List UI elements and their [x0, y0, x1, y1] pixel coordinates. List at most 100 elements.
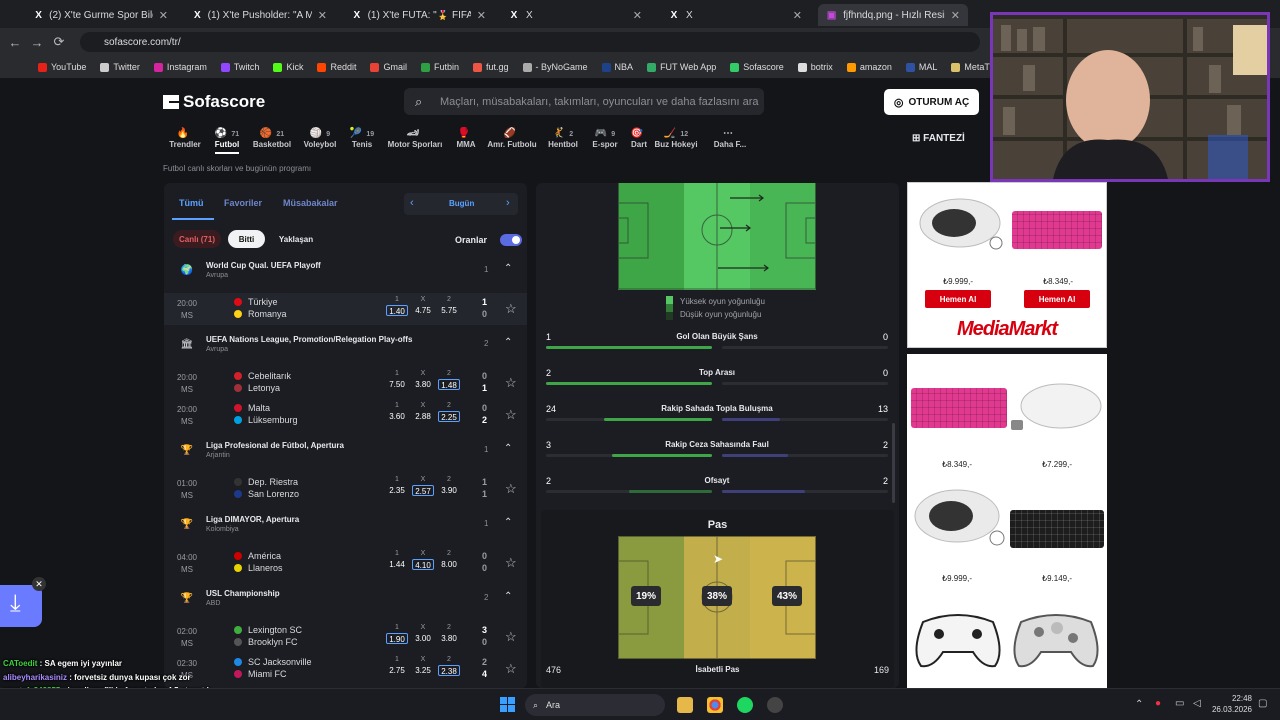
- browser-tab[interactable]: X (1) X'te Pusholder: "A Milli Takım ✕: [185, 4, 335, 26]
- search-input[interactable]: ⌕ Maçları, müsabakaları, takımları, oyun…: [404, 88, 764, 115]
- chevron-up-icon[interactable]: ⌃: [504, 443, 512, 454]
- spotify-icon[interactable]: [737, 697, 753, 713]
- favorite-star-icon[interactable]: ☆: [505, 481, 517, 497]
- chevron-up-icon[interactable]: ⌃: [504, 263, 512, 274]
- bookmark-item[interactable]: fut.gg: [473, 62, 509, 72]
- chevron-right-icon[interactable]: ›: [506, 197, 510, 209]
- league-header[interactable]: 🌍 World Cup Qual. UEFA Playoff Avrupa 1 ⌃: [164, 257, 527, 291]
- login-button[interactable]: ◎ OTURUM AÇ: [884, 89, 979, 115]
- buy-now-button[interactable]: Hemen Al: [1024, 290, 1090, 308]
- bookmark-item[interactable]: YouTube: [38, 62, 86, 72]
- mediamarkt-ad[interactable]: ₺9.999,- ₺8.349,- Hemen Al Hemen Al Medi…: [907, 182, 1107, 348]
- close-tab-icon[interactable]: ✕: [159, 9, 168, 22]
- odds-ox[interactable]: X 3.25: [412, 656, 434, 676]
- stats-scrollbar[interactable]: [892, 423, 895, 503]
- tab-favorites[interactable]: Favoriler: [224, 198, 262, 208]
- forward-icon[interactable]: →: [26, 35, 48, 50]
- odds-o1[interactable]: 1 3.60: [386, 402, 408, 422]
- odds-ox[interactable]: X 4.75: [412, 296, 434, 316]
- favorite-star-icon[interactable]: ☆: [505, 301, 517, 317]
- favorite-star-icon[interactable]: ☆: [505, 375, 517, 391]
- odds-o2[interactable]: 2 2.38: [438, 656, 460, 676]
- favorite-star-icon[interactable]: ☆: [505, 629, 517, 645]
- odds-ox[interactable]: X 3.00: [412, 624, 434, 644]
- match-row[interactable]: 20:00 MS Malta Lüksemburg 1 3.60 X 2.88 2 2.25 0 2 ☆: [164, 399, 527, 431]
- match-row[interactable]: 04:00 MS América Llaneros 1 1.44 X 4.10 2 8.00 0 0 ☆: [164, 547, 527, 579]
- sofascore-logo[interactable]: Sofascore: [163, 92, 265, 112]
- odds-ox[interactable]: X 2.57: [412, 476, 434, 496]
- file-explorer-icon[interactable]: [677, 697, 693, 713]
- bookmark-item[interactable]: FUT Web App: [647, 62, 716, 72]
- bookmark-item[interactable]: Kick: [273, 62, 303, 72]
- date-label[interactable]: Bugün: [449, 199, 474, 208]
- back-icon[interactable]: ←: [4, 35, 26, 50]
- taskbar-search[interactable]: ⌕ Ara: [525, 694, 665, 716]
- odds-o1[interactable]: 1 2.75: [386, 656, 408, 676]
- sport-tab-4[interactable]: 🎾 19 Tenis: [332, 128, 392, 149]
- browser-tab[interactable]: X X ✕: [660, 4, 810, 26]
- tab-competitions[interactable]: Müsabakalar: [283, 198, 338, 208]
- odds-o2[interactable]: 2 2.25: [438, 402, 460, 422]
- odds-o1[interactable]: 1 1.40: [386, 296, 408, 316]
- match-row[interactable]: 02:30 MS SC Jacksonville Miami FC 1 2.75 X 3.25…: [164, 653, 527, 685]
- favorite-star-icon[interactable]: ☆: [505, 407, 517, 423]
- chip-live[interactable]: Canlı (71): [173, 230, 221, 248]
- download-widget[interactable]: ⤓: [0, 585, 42, 627]
- buy-now-button[interactable]: Hemen Al: [925, 290, 991, 308]
- browser-tab[interactable]: X X ✕: [500, 4, 650, 26]
- close-tab-icon[interactable]: ✕: [318, 9, 327, 22]
- odds-ox[interactable]: X 2.88: [412, 402, 434, 422]
- chevron-up-icon[interactable]: ⌃: [504, 517, 512, 528]
- chip-upcoming[interactable]: Yaklaşan: [270, 230, 322, 248]
- microphone-icon[interactable]: ●: [1155, 698, 1161, 709]
- bookmark-item[interactable]: NBA: [601, 62, 633, 72]
- league-header[interactable]: 🏆 USL Championship ABD 2 ⌃: [164, 585, 527, 619]
- odds-o1[interactable]: 1 7.50: [386, 370, 408, 390]
- odds-ox[interactable]: X 3.80: [412, 370, 434, 390]
- match-row[interactable]: 01:00 MS Dep. Riestra San Lorenzo 1 2.35 X 2.57…: [164, 473, 527, 505]
- chrome-icon[interactable]: [707, 697, 723, 713]
- app-icon[interactable]: [767, 697, 783, 713]
- close-tab-icon[interactable]: ✕: [633, 9, 642, 22]
- odds-o2[interactable]: 2 1.48: [438, 370, 460, 390]
- chevron-up-icon[interactable]: ⌃: [504, 337, 512, 348]
- match-row[interactable]: 20:00 MS Türkiye Romanya 1 1.40 X 4.75 2 5.75 1 0 ☆: [164, 293, 527, 325]
- sport-tab-12[interactable]: ⋯ Daha F...: [700, 128, 760, 149]
- bookmark-item[interactable]: Sofascore: [730, 62, 784, 72]
- bookmark-item[interactable]: botrix: [797, 62, 833, 72]
- favorite-star-icon[interactable]: ☆: [505, 661, 517, 677]
- league-header[interactable]: 🏛 UEFA Nations League, Promotion/Relegati…: [164, 331, 527, 365]
- close-icon[interactable]: ✕: [32, 577, 46, 591]
- bookmark-item[interactable]: MAL: [905, 62, 937, 72]
- network-icon[interactable]: ▭: [1175, 698, 1184, 709]
- fantezi-link[interactable]: ⊞ FANTEZİ: [912, 133, 965, 144]
- odds-o2[interactable]: 2 3.80: [438, 624, 460, 644]
- chip-finished[interactable]: Bitti: [228, 230, 265, 248]
- odds-ox[interactable]: X 4.10: [412, 550, 434, 570]
- bookmark-item[interactable]: - ByNoGame: [522, 62, 588, 72]
- bookmark-item[interactable]: Twitter: [100, 62, 140, 72]
- browser-tab[interactable]: ▣ fjfhndq.png - Hızlı Resim ✕: [818, 4, 968, 26]
- clock[interactable]: 22:48 26.03.2026: [1210, 693, 1252, 715]
- odds-o1[interactable]: 1 1.90: [386, 624, 408, 644]
- windows-start-icon[interactable]: [500, 697, 515, 712]
- notification-icon[interactable]: ▢: [1258, 698, 1267, 709]
- reload-icon[interactable]: ⟳: [48, 34, 70, 50]
- url-field[interactable]: sofascore.com/tr/: [80, 32, 980, 52]
- volume-icon[interactable]: ◁: [1193, 698, 1201, 709]
- odds-o2[interactable]: 2 5.75: [438, 296, 460, 316]
- odds-o2[interactable]: 2 3.90: [438, 476, 460, 496]
- product-ad-grid[interactable]: ₺8.349,- ₺7.299,- ₺9.999,- ₺9.149,-: [907, 354, 1107, 688]
- odds-o1[interactable]: 1 2.35: [386, 476, 408, 496]
- odds-o1[interactable]: 1 1.44: [386, 550, 408, 570]
- odds-toggle[interactable]: [500, 234, 522, 246]
- browser-tab[interactable]: X (2) X'te Gurme Spor Bilgileri: "r ✕: [26, 4, 176, 26]
- close-tab-icon[interactable]: ✕: [477, 9, 486, 22]
- bookmark-item[interactable]: Instagram: [153, 62, 207, 72]
- tray-chevron-icon[interactable]: ⌃: [1135, 699, 1143, 710]
- close-tab-icon[interactable]: ✕: [793, 9, 802, 22]
- chevron-up-icon[interactable]: ⌃: [504, 591, 512, 602]
- chevron-left-icon[interactable]: ‹: [410, 197, 414, 209]
- match-row[interactable]: 20:00 MS Cebelitarık Letonya 1 7.50 X 3.80 2 1.48…: [164, 367, 527, 399]
- bookmark-item[interactable]: Gmail: [370, 62, 407, 72]
